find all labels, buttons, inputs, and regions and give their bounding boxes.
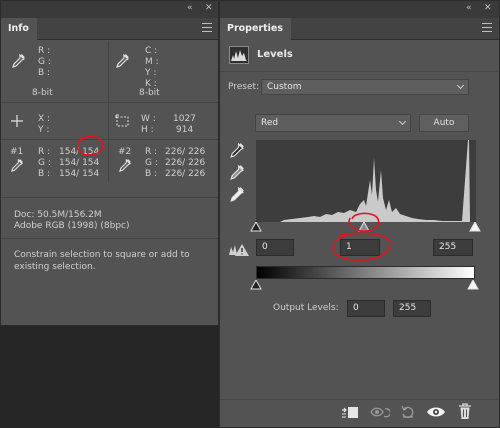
tab-properties[interactable]: Properties: [220, 18, 291, 40]
divider: [1, 238, 218, 239]
auto-button[interactable]: Auto: [419, 114, 469, 132]
sampler-1-value-b: 154/ 154: [59, 169, 100, 179]
close-icon[interactable]: ✕: [484, 3, 492, 14]
clipping-warning-icon[interactable]: [228, 242, 250, 258]
rgb-label-r: R :: [38, 46, 51, 56]
color-sampler-icon: [118, 159, 131, 172]
sampler-2-label: #2: [118, 147, 132, 157]
width-value: 1027: [173, 114, 196, 124]
chevron-down-icon: [398, 117, 407, 126]
w-label: W :: [141, 114, 156, 124]
annotation-circle: [76, 135, 104, 156]
info-panel-titlebar: « ✕: [1, 1, 218, 18]
collapse-icon[interactable]: «: [466, 3, 472, 14]
crosshair-icon: [11, 115, 23, 127]
sampler-1-channel-b: B :: [38, 169, 51, 179]
auto-button-label: Auto: [433, 118, 455, 128]
rgb-label-b: B :: [38, 68, 51, 78]
toggle-visibility-icon[interactable]: [426, 405, 446, 419]
black-input-slider-handle[interactable]: [250, 222, 262, 232]
black-output-slider-handle[interactable]: [250, 280, 262, 290]
cmyk-bit-depth: 8-bit: [139, 88, 160, 98]
sampler-1-channel-g: G :: [38, 158, 51, 168]
white-output-slider-handle[interactable]: [467, 280, 479, 290]
divider: [108, 41, 109, 139]
divider: [108, 141, 109, 181]
divider: [220, 399, 499, 400]
view-previous-state-icon[interactable]: [370, 404, 390, 420]
sampler-2-channel-g: G :: [145, 158, 158, 168]
sampler-1-label: #1: [10, 147, 24, 157]
white-point-eyedropper-icon[interactable]: [229, 187, 244, 202]
sampler-2-channel-b: B :: [145, 169, 158, 179]
reset-icon[interactable]: [400, 404, 416, 420]
cmyk-label-c: C :: [145, 46, 158, 56]
output-white-field[interactable]: 255: [393, 300, 431, 317]
preset-dropdown[interactable]: Custom: [261, 79, 469, 95]
panel-menu-icon[interactable]: [202, 23, 212, 32]
divider: [1, 102, 218, 103]
chevron-down-icon: [456, 81, 465, 90]
info-panel: « ✕ Info R : G : B : 8-bit C : M : Y : K…: [0, 0, 219, 326]
trash-icon[interactable]: [458, 403, 472, 420]
input-black-field[interactable]: 0: [256, 239, 294, 256]
clip-to-layer-icon[interactable]: [341, 404, 359, 420]
tool-hint: Constrain selection to square or add to …: [14, 250, 190, 272]
selection-size-icon: [115, 114, 129, 127]
cmyk-label-y: Y :: [145, 68, 157, 78]
output-levels-label: Output Levels:: [273, 303, 339, 313]
divider: [220, 71, 499, 72]
tab-info[interactable]: Info: [1, 18, 37, 40]
preset-label: Preset:: [228, 82, 260, 92]
properties-panel-titlebar: « ✕: [220, 1, 499, 18]
rgb-bit-depth: 8-bit: [32, 88, 53, 98]
sampler-2-channel-r: R :: [145, 147, 158, 157]
h-label: H :: [141, 125, 154, 135]
color-profile: Adobe RGB (1998) (8bpc): [14, 221, 130, 231]
gray-point-eyedropper-icon[interactable]: [229, 165, 244, 180]
collapse-icon[interactable]: «: [187, 3, 193, 14]
height-value: 914: [176, 125, 194, 135]
annotation-circle: [332, 232, 391, 261]
input-black-value: 0: [262, 242, 268, 252]
levels-histogram-icon: [229, 46, 249, 64]
input-white-value: 255: [439, 242, 457, 252]
eyedropper-icon: [116, 54, 129, 68]
close-icon[interactable]: ✕: [205, 3, 213, 14]
levels-title: Levels: [257, 49, 293, 60]
white-input-slider-handle[interactable]: [469, 222, 481, 232]
x-label: X :: [38, 114, 51, 124]
rgb-label-g: G :: [38, 57, 51, 67]
tab-info-label: Info: [8, 23, 29, 34]
channel-value: Red: [261, 118, 279, 128]
doc-size: Doc: 50.5M/156.2M: [14, 210, 102, 220]
info-tab-bar: Info: [1, 18, 218, 40]
sampler-2-value-r: 226/ 226: [165, 147, 206, 157]
divider: [1, 197, 218, 198]
sampler-1-channel-r: R :: [38, 147, 51, 157]
output-black-field[interactable]: 0: [347, 300, 385, 317]
color-sampler-icon: [10, 159, 23, 172]
black-point-eyedropper-icon[interactable]: [229, 143, 244, 158]
output-gradient-bar: [256, 266, 475, 279]
output-black-value: 0: [353, 303, 359, 313]
divider: [1, 139, 218, 140]
y-label: Y :: [38, 125, 50, 135]
eyedropper-icon: [12, 54, 25, 68]
cmyk-label-m: M :: [145, 57, 159, 67]
output-white-value: 255: [399, 303, 417, 313]
input-white-field[interactable]: 255: [433, 239, 473, 256]
preset-value: Custom: [267, 82, 302, 92]
sampler-2-value-b: 226/ 226: [165, 169, 206, 179]
sampler-2-value-g: 226/ 226: [165, 158, 206, 168]
panel-menu-icon[interactable]: [482, 23, 492, 32]
channel-dropdown[interactable]: Red: [255, 114, 411, 132]
tab-properties-label: Properties: [227, 23, 283, 34]
properties-panel: « ✕ Properties Levels Preset: Custom Red…: [219, 0, 500, 428]
properties-tab-bar: Properties: [220, 18, 499, 40]
